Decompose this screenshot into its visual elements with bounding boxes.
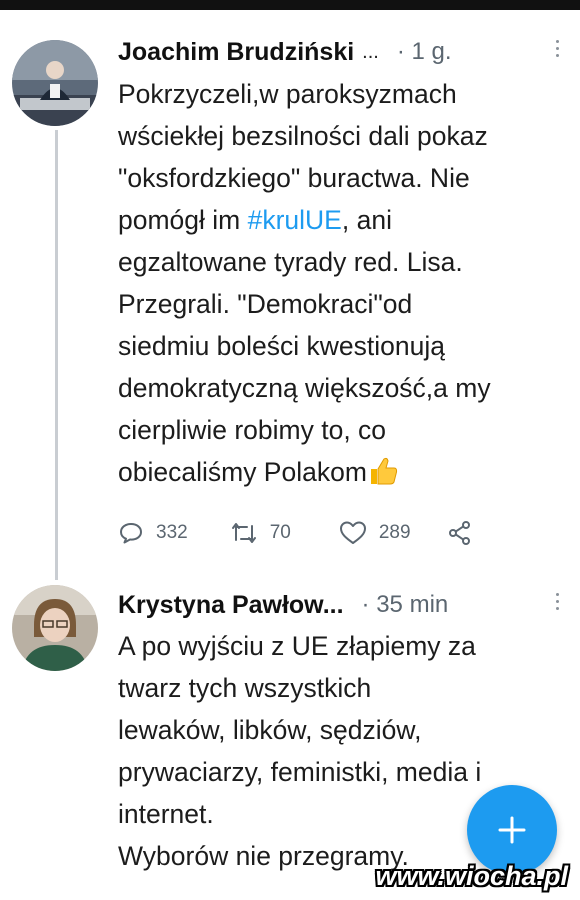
more-options-icon[interactable] <box>554 593 560 610</box>
like-button[interactable]: 289 <box>339 520 411 546</box>
text-segment: , ani <box>341 205 392 235</box>
reply-button[interactable]: 332 <box>118 520 188 546</box>
heart-icon <box>339 521 366 544</box>
like-count: 289 <box>378 522 411 543</box>
author-photo <box>12 40 98 126</box>
retweet-button[interactable]: 70 <box>230 520 291 546</box>
tweet-line: egzaltowane tyrady red. Lisa. <box>118 247 463 277</box>
tweet-header: Krystyna Pawłow... · 35 min <box>118 587 560 623</box>
author-photo <box>12 585 98 671</box>
more-options-icon[interactable] <box>554 40 560 57</box>
tweet-actions: 332 70 289 <box>118 517 473 549</box>
avatar[interactable] <box>12 40 98 126</box>
author-name[interactable]: Joachim Brudziński <box>118 38 354 67</box>
name-ellipsis: ... <box>362 40 379 63</box>
author-name[interactable]: Krystyna Pawłow... <box>118 591 344 620</box>
hashtag-link[interactable]: #krulUE <box>248 205 342 235</box>
tweet-line: Przegrali. "Demokraci"od <box>118 289 413 319</box>
plus-icon <box>498 816 526 844</box>
share-icon <box>448 521 470 545</box>
timestamp[interactable]: · 1 g. <box>397 38 452 66</box>
tweet-line: prywaciarzy, feministki, media i <box>118 757 482 787</box>
watermark: www.wiocha.pl <box>375 861 568 891</box>
tweet-line: twarz tych wszystkich <box>118 673 372 703</box>
timestamp[interactable]: · 35 min <box>362 591 449 619</box>
tweet-line: wściekłej bezsilności dali pokaz <box>118 121 488 151</box>
retweet-icon <box>231 523 256 543</box>
tweet-line: demokratyczną większość,a my <box>118 373 491 403</box>
text-segment: pomógł im <box>118 205 248 235</box>
avatar[interactable] <box>12 585 98 671</box>
tweet-line: "oksfordzkiego" buractwa. Nie <box>118 163 470 193</box>
retweet-count: 70 <box>269 522 291 543</box>
reply-icon <box>120 523 142 544</box>
tweet-line: Pokrzyczeli,w paroksyzmach <box>118 79 457 109</box>
tweet-line: A po wyjściu z UE złapiemy za <box>118 631 476 661</box>
text-segment: obiecaliśmy Polakom <box>118 457 367 487</box>
reply-count: 332 <box>156 522 188 543</box>
tweet-line: siedmiu boleści kwestionują <box>118 331 445 361</box>
top-status-bar <box>0 0 580 10</box>
tweet-line: lewaków, libków, sędziów, <box>118 715 422 745</box>
tweet-line: pomógł im #krulUE, ani <box>118 199 558 241</box>
thread-connector-line <box>55 130 58 580</box>
tweet-text: Pokrzyczeli,w paroksyzmach wściekłej bez… <box>118 73 558 499</box>
thumbs-up-emoji <box>367 455 399 499</box>
tweet-line: obiecaliśmy Polakom <box>118 451 558 499</box>
tweet-header: Joachim Brudziński ... · 1 g. <box>118 34 560 70</box>
tweet-line: cierpliwie robimy to, co <box>118 415 387 445</box>
share-button[interactable] <box>447 520 473 546</box>
